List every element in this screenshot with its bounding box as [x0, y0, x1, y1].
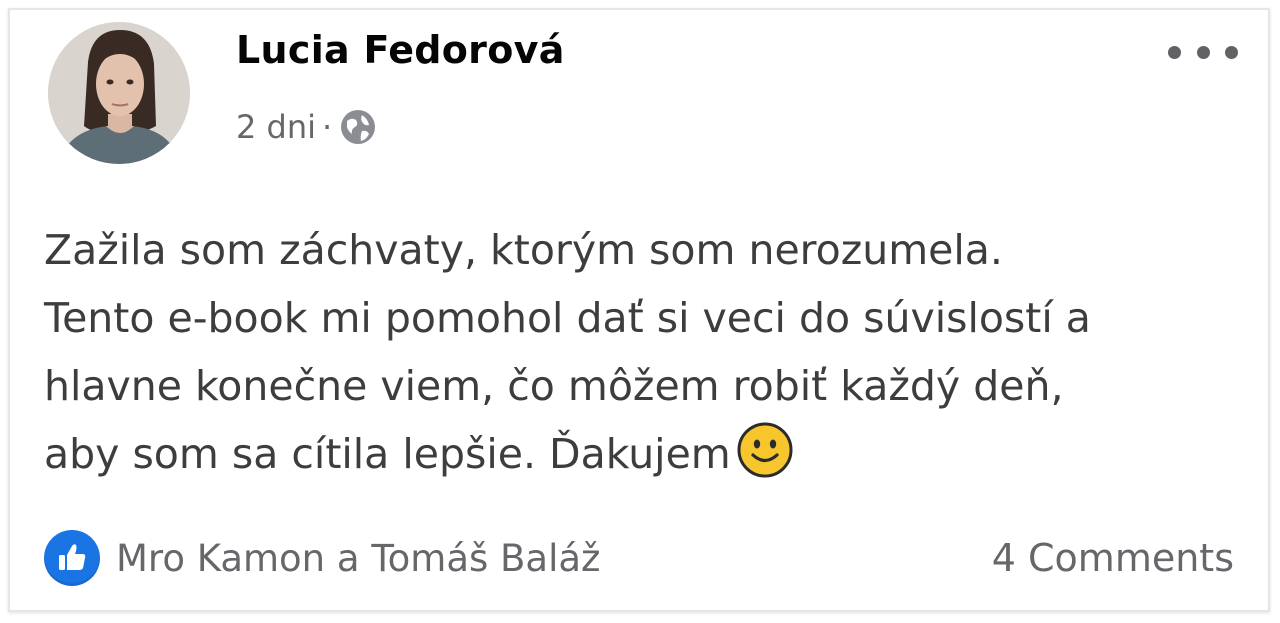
like-thumb-icon [44, 530, 100, 586]
avatar-photo [48, 22, 190, 164]
post-text-line: hlavne konečne viem, čo môžem robiť každ… [44, 362, 1064, 410]
post-text-line-last: aby som sa cítila lepšie. Ďakujem [44, 420, 1244, 488]
post-text-line: Tento e-book mi pomohol dať si veci do s… [44, 294, 1091, 342]
post-time[interactable]: 2 dni [236, 108, 316, 146]
post-text-line: aby som sa cítila lepšie. Ďakujem [44, 430, 731, 478]
post-meta: 2 dni · [236, 104, 378, 150]
more-options-icon[interactable] [1168, 32, 1238, 72]
post-card: Lucia Fedorová 2 dni · Zažila som záchva… [8, 8, 1270, 612]
avatar[interactable] [48, 22, 190, 164]
slightly-smiling-face-icon [737, 422, 793, 478]
more-dot [1225, 45, 1238, 59]
reaction-names[interactable]: Mro Kamon a Tomáš Baláž [116, 537, 600, 580]
post-text-line: Zažila som záchvaty, ktorým som nerozume… [44, 226, 1003, 274]
meta-separator: · [322, 108, 333, 146]
globe-icon [338, 107, 378, 147]
more-dot [1168, 45, 1181, 59]
comments-count[interactable]: 4 Comments [992, 536, 1234, 580]
reactions-summary[interactable]: Mro Kamon a Tomáš Baláž [44, 530, 600, 586]
author-name[interactable]: Lucia Fedorová [236, 28, 565, 72]
more-dot [1196, 45, 1210, 59]
post-text: Zažila som záchvaty, ktorým som nerozume… [44, 216, 1244, 488]
